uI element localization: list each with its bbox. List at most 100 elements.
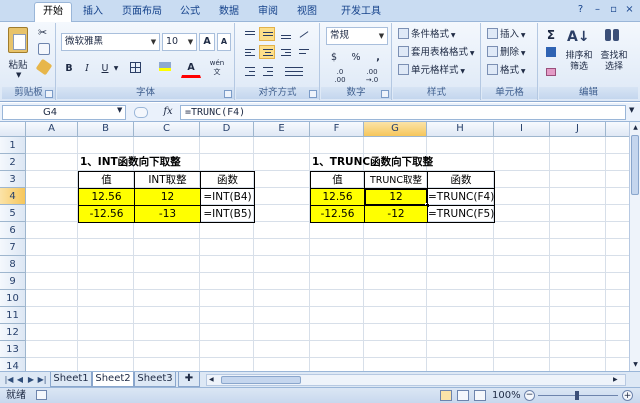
table1-header-function[interactable]: 函数 [200, 171, 255, 189]
tab-insert[interactable]: 插入 [78, 3, 108, 22]
cell-styles-button[interactable]: 单元格样式 ▼ [397, 62, 477, 80]
underline-dropdown-icon[interactable]: ▼ [112, 60, 120, 78]
row-header-6[interactable]: 6 [0, 222, 26, 239]
align-right-icon[interactable] [277, 45, 293, 59]
column-header-b[interactable]: B [78, 122, 134, 137]
number-format-select[interactable]: 常规 ▼ [326, 27, 388, 45]
currency-button[interactable]: $ [326, 49, 342, 67]
shrink-font-button[interactable]: A [217, 33, 231, 51]
row-header-8[interactable]: 8 [0, 256, 26, 273]
row-header-5[interactable]: 5 [0, 205, 26, 222]
increase-decimal-button[interactable]: .0 .00 [328, 67, 352, 87]
scroll-down-icon[interactable]: ▼ [631, 360, 640, 370]
autosum-button[interactable]: Σ [542, 26, 560, 44]
vertical-scroll-thumb[interactable] [631, 135, 639, 195]
cell-g4-selected[interactable]: 12 [364, 188, 428, 206]
font-launcher-icon[interactable] [224, 90, 232, 98]
zoom-out-icon[interactable]: − [524, 390, 535, 401]
font-name-select[interactable]: 微软雅黑 ▼ [61, 33, 160, 51]
worksheet-grid[interactable]: A B C D E F G H I J 1 2 3 4 5 6 7 8 9 10… [0, 122, 629, 371]
column-header-f[interactable]: F [310, 122, 364, 137]
increase-indent-icon[interactable] [259, 63, 275, 77]
italic-button[interactable]: I [80, 60, 94, 78]
minimize-icon[interactable]: – [591, 4, 604, 17]
scroll-right-icon[interactable]: ▶ [613, 375, 623, 385]
cell-d4[interactable]: =INT(B4) [200, 188, 255, 206]
align-bottom-icon[interactable] [277, 27, 293, 41]
row-header-12[interactable]: 12 [0, 324, 26, 341]
phonetic-button[interactable]: wén 文 [205, 58, 229, 80]
column-header-d[interactable]: D [200, 122, 254, 137]
row-header-2[interactable]: 2 [0, 154, 26, 171]
format-as-table-button[interactable]: 套用表格格式 ▼ [397, 44, 479, 62]
paste-dropdown-icon[interactable]: ▼ [16, 71, 21, 79]
fill-button[interactable] [542, 46, 560, 64]
decrease-indent-icon[interactable] [241, 63, 257, 77]
tab-page-layout[interactable]: 页面布局 [117, 3, 167, 22]
wrap-text-icon[interactable] [295, 45, 311, 59]
row-header-1[interactable]: 1 [0, 137, 26, 154]
cell-g5[interactable]: -12 [364, 205, 428, 223]
sort-filter-icon[interactable]: A↓ [567, 26, 590, 48]
tab-view[interactable]: 视图 [292, 3, 322, 22]
tab-data[interactable]: 数据 [214, 3, 244, 22]
table2-header-value[interactable]: 值 [310, 171, 365, 189]
first-sheet-icon[interactable]: |◀ [4, 374, 14, 385]
vertical-scrollbar[interactable]: ▲ ▼ [629, 122, 640, 371]
zoom-level[interactable]: 100% [492, 389, 521, 403]
cut-icon[interactable]: ✂ [38, 27, 50, 39]
align-middle-icon[interactable] [259, 27, 275, 41]
column-header-g[interactable]: G [364, 122, 427, 137]
cell-f5[interactable]: -12.56 [310, 205, 365, 223]
table1-header-int[interactable]: INT取整 [134, 171, 201, 189]
find-select-label[interactable]: 查找和 选择 [597, 51, 631, 73]
conditional-format-button[interactable]: 条件格式 ▼ [397, 26, 477, 44]
tab-formulas[interactable]: 公式 [175, 3, 205, 22]
font-color-button[interactable]: A [181, 60, 201, 78]
cell-h5[interactable]: =TRUNC(F5) [427, 205, 495, 223]
alignment-launcher-icon[interactable] [309, 90, 317, 98]
orientation-icon[interactable] [295, 27, 311, 41]
paste-icon[interactable] [8, 27, 28, 53]
zoom-slider-thumb[interactable] [575, 391, 579, 400]
tab-developer[interactable]: 开发工具 [334, 3, 388, 22]
insert-function-button[interactable]: fx [158, 105, 178, 120]
prev-sheet-icon[interactable]: ◀ [15, 374, 25, 385]
column-header-c[interactable]: C [134, 122, 200, 137]
column-header-j[interactable]: J [550, 122, 606, 137]
paste-label[interactable]: 粘贴 [5, 57, 31, 71]
table1-header-value[interactable]: 值 [78, 171, 135, 189]
cell-h4[interactable]: =TRUNC(F4) [427, 188, 495, 206]
row-header-14[interactable]: 14 [0, 358, 26, 371]
find-select-icon[interactable] [603, 27, 621, 47]
sheet-tab-sheet3[interactable]: Sheet3 [134, 372, 176, 387]
cell-d5[interactable]: =INT(B5) [200, 205, 255, 223]
name-box[interactable]: G4 [2, 105, 126, 120]
horizontal-scroll-thumb[interactable] [221, 376, 301, 384]
cell-f4[interactable]: 12.56 [310, 188, 365, 206]
row-header-3[interactable]: 3 [0, 171, 26, 188]
align-center-icon[interactable] [259, 45, 275, 59]
tab-home[interactable]: 开始 [34, 2, 72, 23]
close-icon[interactable]: × [623, 4, 636, 17]
table2-header-function[interactable]: 函数 [427, 171, 495, 189]
scroll-up-icon[interactable]: ▲ [631, 123, 640, 133]
fill-color-button[interactable] [155, 60, 175, 78]
row-header-10[interactable]: 10 [0, 290, 26, 307]
clipboard-launcher-icon[interactable] [45, 90, 53, 98]
merge-center-icon[interactable] [281, 63, 305, 77]
column-header-h[interactable]: H [427, 122, 494, 137]
table2-header-trunc[interactable]: TRUNC取整 [364, 171, 428, 189]
cell-b4[interactable]: 12.56 [78, 188, 135, 206]
align-top-icon[interactable] [241, 27, 257, 41]
row-header-4[interactable]: 4 [0, 188, 26, 205]
row-header-13[interactable]: 13 [0, 341, 26, 358]
formula-input[interactable]: =TRUNC(F4) [180, 105, 626, 120]
cell-c4[interactable]: 12 [134, 188, 201, 206]
zoom-in-icon[interactable]: + [622, 390, 633, 401]
scroll-left-icon[interactable]: ◀ [209, 375, 219, 385]
copy-icon[interactable] [38, 43, 50, 55]
bold-button[interactable]: B [62, 60, 76, 78]
format-painter-icon[interactable] [35, 58, 53, 76]
font-size-select[interactable]: 10 ▼ [162, 33, 197, 51]
